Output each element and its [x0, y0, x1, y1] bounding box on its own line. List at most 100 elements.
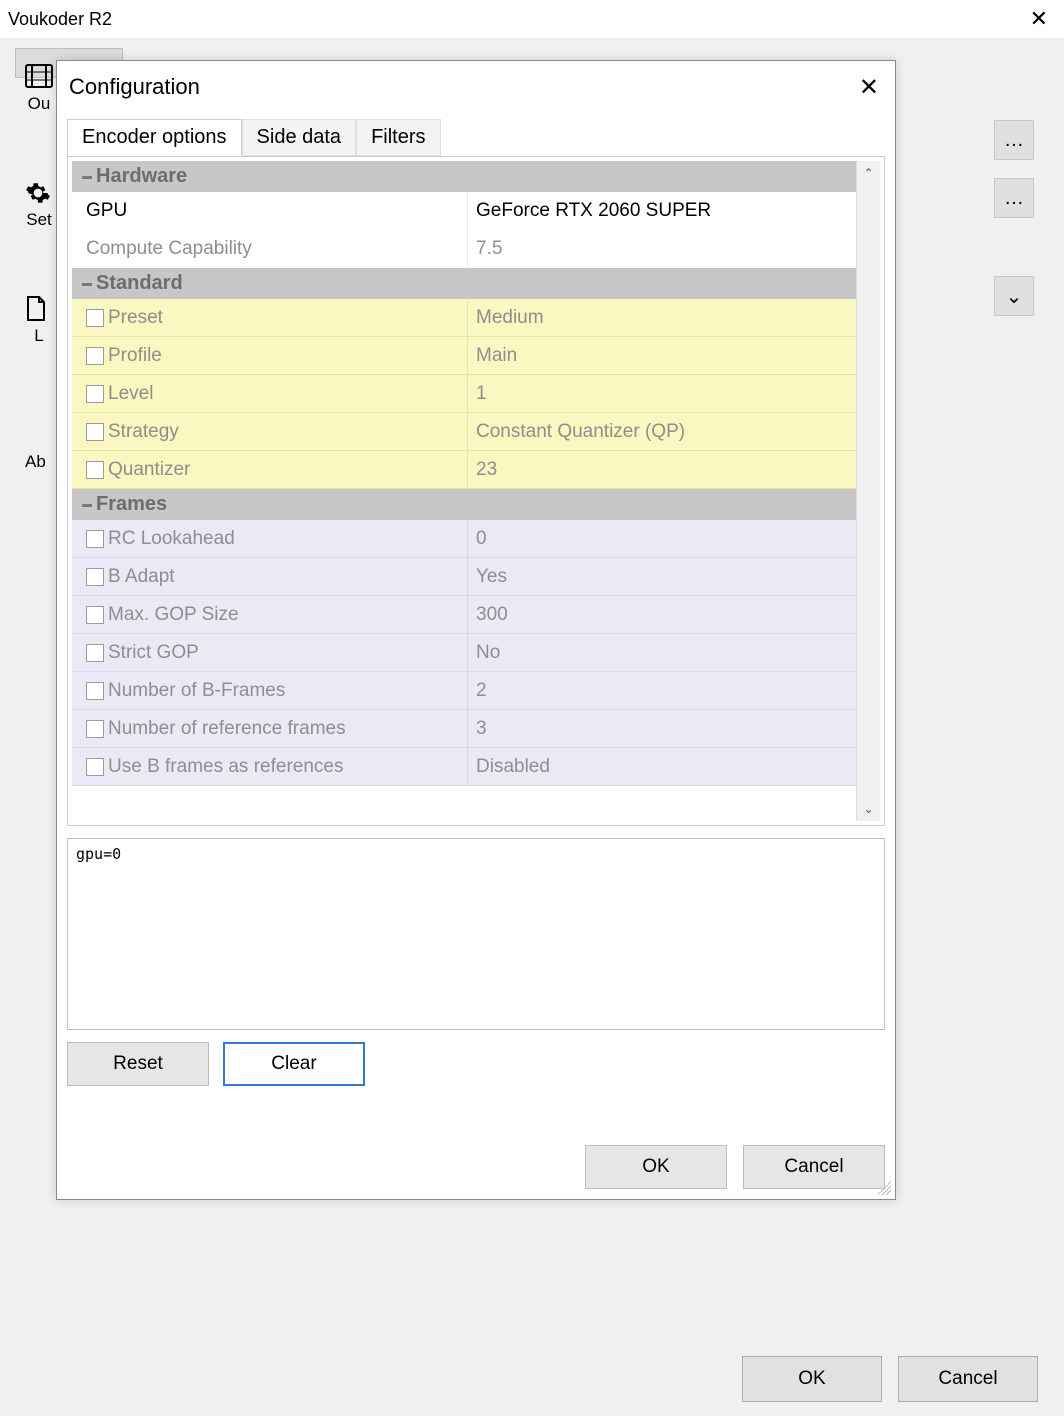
sidebar-item-label: Ab — [25, 452, 46, 472]
row-rc-lookahead[interactable]: RC Lookahead 0 — [72, 520, 856, 558]
ok-button[interactable]: OK — [742, 1356, 882, 1402]
group-header-standard[interactable]: ▬ Standard — [72, 268, 856, 299]
row-level[interactable]: Level 1 — [72, 375, 856, 413]
sidebar-item-label: Set — [26, 210, 52, 230]
reset-button[interactable]: Reset — [67, 1042, 209, 1086]
row-quantizer[interactable]: Quantizer 23 — [72, 451, 856, 489]
row-strict-gop[interactable]: Strict GOP No — [72, 634, 856, 672]
row-label: Number of reference frames — [72, 710, 468, 747]
checkbox[interactable] — [86, 530, 104, 548]
close-icon[interactable]: ✕ — [859, 73, 879, 102]
gear-icon — [25, 180, 53, 206]
sidebar-item-settings[interactable]: Set — [25, 180, 53, 230]
row-value[interactable]: No — [468, 634, 856, 671]
dialog-title-bar: Configuration ✕ — [57, 61, 895, 113]
chevron-down-icon: ⌄ — [1006, 284, 1023, 309]
configuration-dialog: Configuration ✕ Encoder options Side dat… — [56, 60, 896, 1200]
row-value[interactable]: Disabled — [468, 748, 856, 785]
ellipsis-icon: … — [1004, 129, 1024, 152]
checkbox[interactable] — [86, 758, 104, 776]
row-value[interactable]: 3 — [468, 710, 856, 747]
row-value[interactable]: 1 — [468, 375, 856, 412]
collapse-icon: ▬ — [82, 171, 90, 182]
checkbox[interactable] — [86, 461, 104, 479]
row-label: Profile — [72, 337, 468, 374]
ok-button[interactable]: OK — [585, 1145, 727, 1189]
dropdown-button[interactable]: ⌄ — [994, 276, 1034, 316]
row-value[interactable]: Medium — [468, 299, 856, 336]
row-label: Max. GOP Size — [72, 596, 468, 633]
row-label: Compute Capability — [72, 230, 468, 268]
browse-button[interactable]: … — [994, 120, 1034, 160]
row-label: Preset — [72, 299, 468, 336]
tab-row: Encoder options Side data Filters — [67, 117, 885, 157]
browse-button[interactable]: … — [994, 178, 1034, 218]
row-value[interactable]: 300 — [468, 596, 856, 633]
row-value[interactable]: Yes — [468, 558, 856, 595]
row-value[interactable]: GeForce RTX 2060 SUPER — [468, 192, 856, 230]
row-label: GPU — [72, 192, 468, 230]
checkbox[interactable] — [86, 606, 104, 624]
row-value[interactable]: 23 — [468, 451, 856, 488]
options-pane: ▬ Hardware GPU GeForce RTX 2060 SUPER Co… — [67, 156, 885, 826]
document-icon — [25, 296, 53, 322]
collapse-icon: ▬ — [82, 278, 90, 289]
checkbox[interactable] — [86, 644, 104, 662]
group-header-hardware[interactable]: ▬ Hardware — [72, 161, 856, 192]
checkbox[interactable] — [86, 720, 104, 738]
property-grid: ▬ Hardware GPU GeForce RTX 2060 SUPER Co… — [72, 161, 880, 821]
row-compute-capability: Compute Capability 7.5 — [72, 230, 856, 268]
scroll-up-icon[interactable]: ⌃ — [859, 163, 879, 183]
close-icon[interactable]: ✕ — [1030, 6, 1048, 32]
checkbox[interactable] — [86, 309, 104, 327]
scrollbar[interactable]: ⌃ ⌄ — [856, 161, 880, 821]
command-output[interactable]: gpu=0 — [67, 838, 885, 1030]
row-value[interactable]: 0 — [468, 520, 856, 557]
tab-encoder-options[interactable]: Encoder options — [67, 119, 242, 156]
row-b-adapt[interactable]: B Adapt Yes — [72, 558, 856, 596]
film-icon — [25, 64, 53, 90]
row-use-b-frames-as-references[interactable]: Use B frames as references Disabled — [72, 748, 856, 786]
sidebar-item-log[interactable]: L — [25, 296, 53, 346]
tab-side-data[interactable]: Side data — [242, 119, 357, 156]
row-number-of-b-frames[interactable]: Number of B-Frames 2 — [72, 672, 856, 710]
row-label: Level — [72, 375, 468, 412]
row-value[interactable]: Main — [468, 337, 856, 374]
checkbox[interactable] — [86, 423, 104, 441]
ellipsis-icon: … — [1004, 187, 1024, 210]
cancel-button[interactable]: Cancel — [898, 1356, 1038, 1402]
clear-button[interactable]: Clear — [223, 1042, 365, 1086]
group-header-frames[interactable]: ▬ Frames — [72, 489, 856, 520]
row-label: Quantizer — [72, 451, 468, 488]
row-label: Use B frames as references — [72, 748, 468, 785]
row-max-gop-size[interactable]: Max. GOP Size 300 — [72, 596, 856, 634]
row-gpu[interactable]: GPU GeForce RTX 2060 SUPER — [72, 192, 856, 230]
action-button-row: Reset Clear — [67, 1042, 885, 1086]
dialog-title: Configuration — [69, 74, 200, 100]
checkbox[interactable] — [86, 347, 104, 365]
row-preset[interactable]: Preset Medium — [72, 299, 856, 337]
row-label: Number of B-Frames — [72, 672, 468, 709]
tab-filters[interactable]: Filters — [356, 119, 440, 156]
sidebar-item-about[interactable]: Ab — [25, 452, 46, 472]
cancel-button[interactable]: Cancel — [743, 1145, 885, 1189]
collapse-icon: ▬ — [82, 499, 90, 510]
row-label: RC Lookahead — [72, 520, 468, 557]
row-label: Strict GOP — [72, 634, 468, 671]
checkbox[interactable] — [86, 568, 104, 586]
row-number-of-reference-frames[interactable]: Number of reference frames 3 — [72, 710, 856, 748]
resize-grip-icon[interactable] — [877, 1181, 891, 1195]
checkbox[interactable] — [86, 385, 104, 403]
row-value: 7.5 — [468, 230, 856, 268]
sidebar-item-label: L — [34, 326, 43, 346]
row-label: B Adapt — [72, 558, 468, 595]
row-value[interactable]: 2 — [468, 672, 856, 709]
sidebar-item-output[interactable]: Ou — [25, 64, 53, 114]
row-profile[interactable]: Profile Main — [72, 337, 856, 375]
row-value[interactable]: Constant Quantizer (QP) — [468, 413, 856, 450]
row-strategy[interactable]: Strategy Constant Quantizer (QP) — [72, 413, 856, 451]
property-grid-viewport[interactable]: ▬ Hardware GPU GeForce RTX 2060 SUPER Co… — [72, 161, 856, 821]
scroll-down-icon[interactable]: ⌄ — [859, 799, 879, 819]
dialog-footer: OK Cancel — [67, 1097, 885, 1189]
checkbox[interactable] — [86, 682, 104, 700]
